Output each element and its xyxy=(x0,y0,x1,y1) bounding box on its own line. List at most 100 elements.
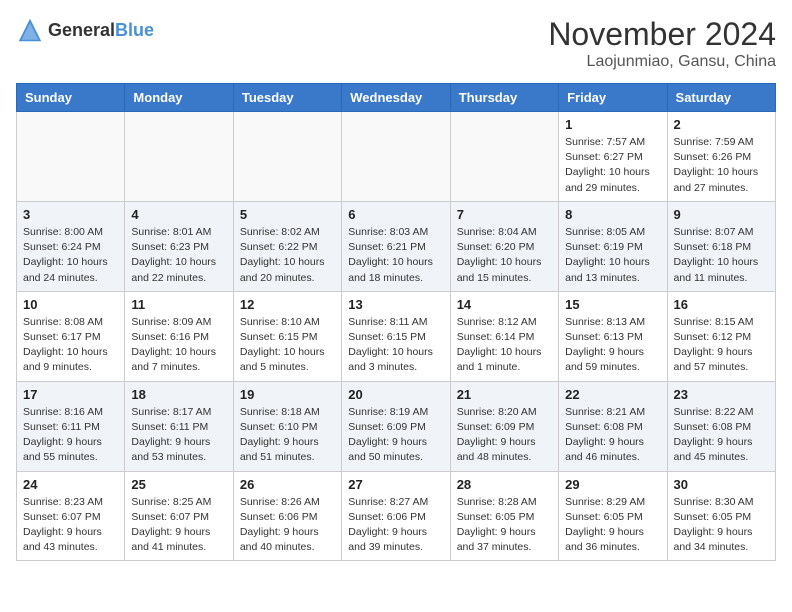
logo-general: General xyxy=(48,20,115,40)
day-info: Sunrise: 8:25 AM Sunset: 6:07 PM Dayligh… xyxy=(131,495,226,556)
calendar-week-row-3: 10 Sunrise: 8:08 AM Sunset: 6:17 PM Dayli… xyxy=(17,291,776,381)
logo: GeneralBlue xyxy=(16,16,154,44)
day-number: 17 xyxy=(23,387,118,402)
day-info: Sunrise: 8:20 AM Sunset: 6:09 PM Dayligh… xyxy=(457,405,552,466)
weekday-header-sunday: Sunday xyxy=(17,84,125,112)
calendar-cell: 8 Sunrise: 8:05 AM Sunset: 6:19 PM Daylig… xyxy=(559,201,667,291)
day-number: 19 xyxy=(240,387,335,402)
day-number: 24 xyxy=(23,477,118,492)
day-info: Sunrise: 8:18 AM Sunset: 6:10 PM Dayligh… xyxy=(240,405,335,466)
day-number: 18 xyxy=(131,387,226,402)
calendar-cell: 21Sunrise: 8:20 AM Sunset: 6:09 PM Dayli… xyxy=(450,381,558,471)
day-number: 9 xyxy=(674,207,769,222)
day-info: Sunrise: 8:22 AM Sunset: 6:08 PM Dayligh… xyxy=(674,405,769,466)
logo-blue: Blue xyxy=(115,20,154,40)
day-number: 14 xyxy=(457,297,552,312)
logo-text: GeneralBlue xyxy=(48,20,154,41)
calendar-cell: 24 Sunrise: 8:23 AM Sunset: 6:07 PM Dayli… xyxy=(17,471,125,561)
day-info: Sunrise: 8:13 AM Sunset: 6:13 PM Dayligh… xyxy=(565,315,660,376)
day-number: 15 xyxy=(565,297,660,312)
calendar-cell: 10 Sunrise: 8:08 AM Sunset: 6:17 PM Dayli… xyxy=(17,291,125,381)
day-number: 10 xyxy=(23,297,118,312)
day-number: 26 xyxy=(240,477,335,492)
weekday-header-monday: Monday xyxy=(125,84,233,112)
day-number: 29 xyxy=(565,477,660,492)
calendar-cell xyxy=(342,112,450,202)
calendar-cell: 29 Sunrise: 8:29 AM Sunset: 6:05 PM Dayli… xyxy=(559,471,667,561)
day-info: Sunrise: 8:05 AM Sunset: 6:19 PM Dayligh… xyxy=(565,225,660,286)
calendar-cell: 7 Sunrise: 8:04 AM Sunset: 6:20 PM Daylig… xyxy=(450,201,558,291)
calendar-cell: 4Sunrise: 8:01 AM Sunset: 6:23 PM Daylig… xyxy=(125,201,233,291)
day-info: Sunrise: 8:08 AM Sunset: 6:17 PM Dayligh… xyxy=(23,315,118,376)
day-info: Sunrise: 7:57 AM Sunset: 6:27 PM Dayligh… xyxy=(565,135,660,196)
calendar-cell: 3Sunrise: 8:00 AM Sunset: 6:24 PM Daylig… xyxy=(17,201,125,291)
title-area: November 2024 Laojunmiao, Gansu, China xyxy=(548,16,776,71)
day-number: 20 xyxy=(348,387,443,402)
day-info: Sunrise: 8:11 AM Sunset: 6:15 PM Dayligh… xyxy=(348,315,443,376)
day-info: Sunrise: 8:30 AM Sunset: 6:05 PM Dayligh… xyxy=(674,495,769,556)
day-info: Sunrise: 8:02 AM Sunset: 6:22 PM Dayligh… xyxy=(240,225,335,286)
day-number: 7 xyxy=(457,207,552,222)
day-number: 2 xyxy=(674,117,769,132)
day-number: 8 xyxy=(565,207,660,222)
day-info: Sunrise: 8:07 AM Sunset: 6:18 PM Dayligh… xyxy=(674,225,769,286)
day-info: Sunrise: 8:00 AM Sunset: 6:24 PM Dayligh… xyxy=(23,225,118,286)
day-info: Sunrise: 8:10 AM Sunset: 6:15 PM Dayligh… xyxy=(240,315,335,376)
weekday-header-friday: Friday xyxy=(559,84,667,112)
calendar-cell: 19 Sunrise: 8:18 AM Sunset: 6:10 PM Dayli… xyxy=(233,381,341,471)
location-subtitle: Laojunmiao, Gansu, China xyxy=(548,53,776,71)
day-number: 23 xyxy=(674,387,769,402)
calendar-cell: 6Sunrise: 8:03 AM Sunset: 6:21 PM Daylig… xyxy=(342,201,450,291)
day-number: 11 xyxy=(131,297,226,312)
calendar-cell xyxy=(125,112,233,202)
day-info: Sunrise: 8:26 AM Sunset: 6:06 PM Dayligh… xyxy=(240,495,335,556)
day-info: Sunrise: 8:04 AM Sunset: 6:20 PM Dayligh… xyxy=(457,225,552,286)
weekday-header-saturday: Saturday xyxy=(667,84,775,112)
calendar-cell: 15 Sunrise: 8:13 AM Sunset: 6:13 PM Dayli… xyxy=(559,291,667,381)
calendar-cell: 16Sunrise: 8:15 AM Sunset: 6:12 PM Dayli… xyxy=(667,291,775,381)
day-info: Sunrise: 8:23 AM Sunset: 6:07 PM Dayligh… xyxy=(23,495,118,556)
calendar-week-row-4: 17Sunrise: 8:16 AM Sunset: 6:11 PM Dayli… xyxy=(17,381,776,471)
calendar-week-row-5: 24 Sunrise: 8:23 AM Sunset: 6:07 PM Dayli… xyxy=(17,471,776,561)
day-number: 25 xyxy=(131,477,226,492)
day-info: Sunrise: 8:28 AM Sunset: 6:05 PM Dayligh… xyxy=(457,495,552,556)
calendar-cell: 28 Sunrise: 8:28 AM Sunset: 6:05 PM Dayli… xyxy=(450,471,558,561)
day-number: 13 xyxy=(348,297,443,312)
calendar-cell: 17Sunrise: 8:16 AM Sunset: 6:11 PM Dayli… xyxy=(17,381,125,471)
weekday-header-row: SundayMondayTuesdayWednesdayThursdayFrid… xyxy=(17,84,776,112)
calendar-cell: 14Sunrise: 8:12 AM Sunset: 6:14 PM Dayli… xyxy=(450,291,558,381)
day-number: 6 xyxy=(348,207,443,222)
calendar-cell: 20 Sunrise: 8:19 AM Sunset: 6:09 PM Dayli… xyxy=(342,381,450,471)
calendar-cell: 30 Sunrise: 8:30 AM Sunset: 6:05 PM Dayli… xyxy=(667,471,775,561)
day-info: Sunrise: 8:09 AM Sunset: 6:16 PM Dayligh… xyxy=(131,315,226,376)
calendar-cell xyxy=(17,112,125,202)
calendar-cell: 25 Sunrise: 8:25 AM Sunset: 6:07 PM Dayli… xyxy=(125,471,233,561)
day-number: 16 xyxy=(674,297,769,312)
weekday-header-thursday: Thursday xyxy=(450,84,558,112)
day-info: Sunrise: 8:21 AM Sunset: 6:08 PM Dayligh… xyxy=(565,405,660,466)
calendar-cell: 18 Sunrise: 8:17 AM Sunset: 6:11 PM Dayli… xyxy=(125,381,233,471)
day-number: 5 xyxy=(240,207,335,222)
weekday-header-tuesday: Tuesday xyxy=(233,84,341,112)
day-info: Sunrise: 8:29 AM Sunset: 6:05 PM Dayligh… xyxy=(565,495,660,556)
calendar-cell: 23 Sunrise: 8:22 AM Sunset: 6:08 PM Dayli… xyxy=(667,381,775,471)
calendar-cell: 2Sunrise: 7:59 AM Sunset: 6:26 PM Daylig… xyxy=(667,112,775,202)
calendar-cell: 1 Sunrise: 7:57 AM Sunset: 6:27 PM Daylig… xyxy=(559,112,667,202)
calendar-cell xyxy=(233,112,341,202)
calendar-cell: 22Sunrise: 8:21 AM Sunset: 6:08 PM Dayli… xyxy=(559,381,667,471)
day-number: 4 xyxy=(131,207,226,222)
calendar-cell: 27Sunrise: 8:27 AM Sunset: 6:06 PM Dayli… xyxy=(342,471,450,561)
day-number: 30 xyxy=(674,477,769,492)
month-year-title: November 2024 xyxy=(548,16,776,53)
calendar-cell: 5 Sunrise: 8:02 AM Sunset: 6:22 PM Daylig… xyxy=(233,201,341,291)
day-number: 27 xyxy=(348,477,443,492)
weekday-header-wednesday: Wednesday xyxy=(342,84,450,112)
calendar-table: SundayMondayTuesdayWednesdayThursdayFrid… xyxy=(16,83,776,561)
day-number: 12 xyxy=(240,297,335,312)
calendar-week-row-2: 3Sunrise: 8:00 AM Sunset: 6:24 PM Daylig… xyxy=(17,201,776,291)
day-number: 1 xyxy=(565,117,660,132)
day-info: Sunrise: 8:19 AM Sunset: 6:09 PM Dayligh… xyxy=(348,405,443,466)
day-number: 28 xyxy=(457,477,552,492)
logo-icon xyxy=(16,16,44,44)
day-info: Sunrise: 8:17 AM Sunset: 6:11 PM Dayligh… xyxy=(131,405,226,466)
